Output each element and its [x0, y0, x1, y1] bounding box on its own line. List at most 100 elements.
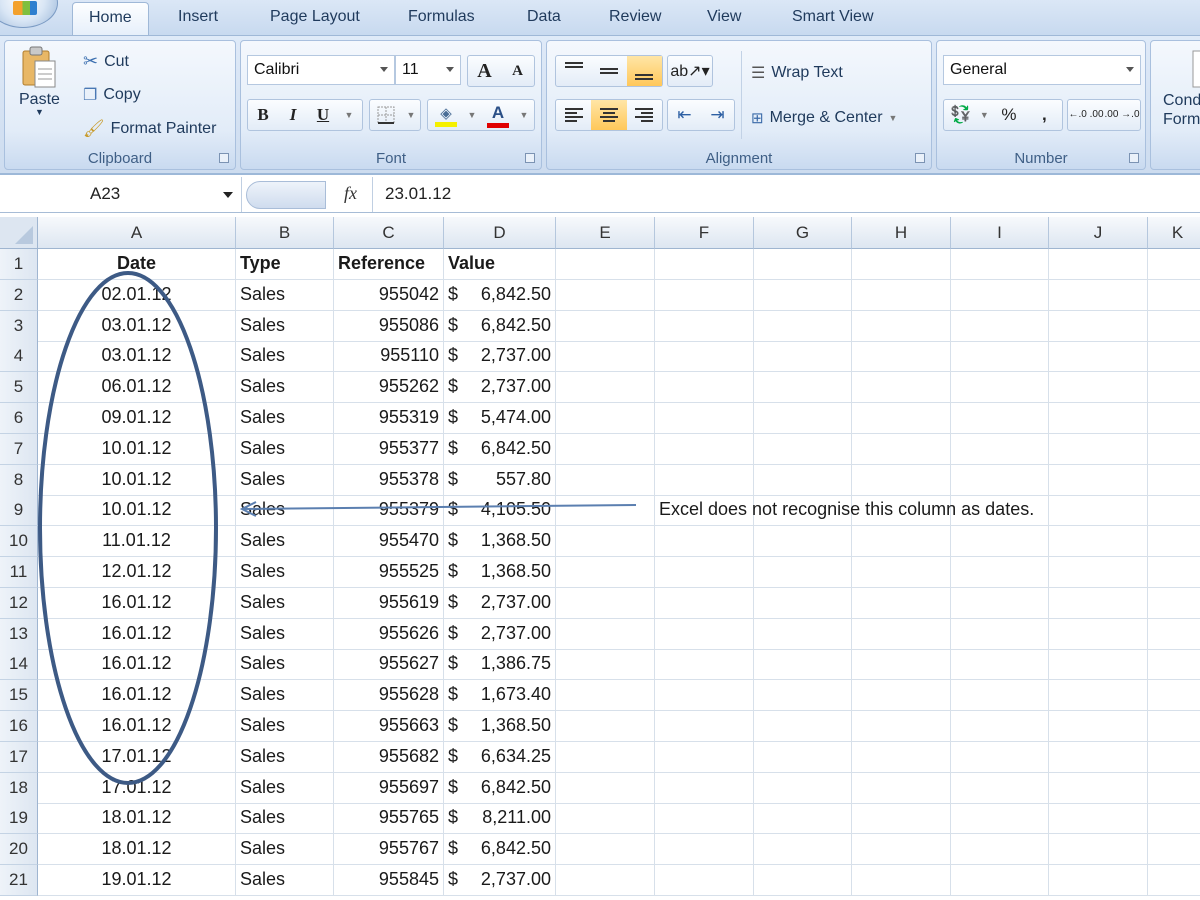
empty-cell[interactable]	[852, 249, 951, 280]
empty-cell[interactable]	[655, 680, 754, 712]
empty-cell[interactable]	[1148, 403, 1200, 434]
empty-cell[interactable]	[1148, 372, 1200, 404]
type-cell[interactable]: Sales	[236, 618, 334, 650]
row-header[interactable]: 12	[0, 587, 38, 619]
empty-cell[interactable]	[852, 649, 951, 681]
align-right-button[interactable]	[627, 100, 662, 130]
underline-button[interactable]: U	[308, 100, 338, 130]
empty-cell[interactable]	[1049, 618, 1148, 650]
empty-cell[interactable]	[1148, 773, 1200, 804]
date-cell[interactable]: 16.01.12	[38, 711, 236, 742]
reference-cell[interactable]: 955379	[334, 495, 444, 527]
value-cell[interactable]: $1,368.50	[444, 557, 556, 588]
empty-cell[interactable]	[655, 772, 754, 804]
name-box-dropdown-icon[interactable]	[223, 192, 233, 198]
row-header[interactable]: 11	[0, 557, 38, 588]
empty-cell[interactable]	[1049, 803, 1148, 835]
reference-cell[interactable]: 955845	[334, 865, 444, 896]
reference-cell[interactable]: 955619	[334, 587, 444, 619]
row-header[interactable]: 9	[0, 495, 38, 527]
type-cell[interactable]: Sales	[236, 526, 334, 558]
empty-cell[interactable]	[1049, 403, 1148, 434]
wrap-text-button[interactable]: ☰ Wrap Text	[751, 63, 843, 83]
empty-cell[interactable]	[754, 834, 852, 866]
empty-cell[interactable]	[852, 310, 951, 342]
value-cell[interactable]: $557.80	[444, 464, 556, 496]
decrease-indent-icon[interactable]: ⇤	[668, 100, 701, 130]
underline-dropdown-icon[interactable]: ▼	[338, 100, 360, 130]
fill-color-dropdown-icon[interactable]: ▼	[464, 100, 480, 130]
empty-cell[interactable]	[1049, 464, 1148, 496]
empty-cell[interactable]	[852, 279, 951, 311]
date-cell[interactable]: 11.01.12	[38, 526, 236, 558]
tab-review[interactable]: Review	[609, 8, 661, 26]
empty-cell[interactable]	[1148, 311, 1200, 342]
empty-cell[interactable]	[852, 403, 951, 434]
tab-smart-view[interactable]: Smart View	[792, 8, 874, 26]
empty-cell[interactable]	[951, 249, 1049, 280]
value-cell[interactable]: $2,737.00	[444, 618, 556, 650]
empty-cell[interactable]	[951, 711, 1049, 742]
empty-cell[interactable]	[951, 741, 1049, 773]
tab-formulas[interactable]: Formulas	[408, 8, 475, 26]
empty-cell[interactable]	[556, 680, 655, 712]
empty-cell[interactable]	[852, 834, 951, 866]
type-cell[interactable]: Sales	[236, 587, 334, 619]
tab-data[interactable]: Data	[527, 8, 561, 26]
empty-cell[interactable]	[556, 341, 655, 373]
empty-cell[interactable]	[951, 310, 1049, 342]
column-header-i[interactable]: I	[951, 217, 1049, 249]
empty-cell[interactable]	[556, 433, 655, 465]
empty-cell[interactable]	[852, 680, 951, 712]
empty-cell[interactable]	[556, 618, 655, 650]
empty-cell[interactable]	[1148, 495, 1200, 527]
empty-cell[interactable]	[754, 372, 852, 404]
value-cell[interactable]: $8,211.00	[444, 803, 556, 835]
empty-cell[interactable]	[655, 464, 754, 496]
row-header[interactable]: 14	[0, 649, 38, 681]
row-header[interactable]: 15	[0, 680, 38, 712]
empty-cell[interactable]	[754, 249, 852, 280]
empty-cell[interactable]	[556, 310, 655, 342]
date-cell[interactable]: 19.01.12	[38, 865, 236, 896]
reference-cell[interactable]: 955086	[334, 310, 444, 342]
percent-button[interactable]: %	[991, 100, 1026, 130]
empty-cell[interactable]	[1148, 803, 1200, 835]
empty-cell[interactable]	[655, 249, 754, 280]
reference-cell[interactable]: 955042	[334, 279, 444, 311]
orientation-button[interactable]: ab↗▾	[667, 55, 713, 87]
empty-cell[interactable]	[1049, 772, 1148, 804]
empty-cell[interactable]	[951, 618, 1049, 650]
date-cell[interactable]: 16.01.12	[38, 587, 236, 619]
empty-cell[interactable]	[951, 341, 1049, 373]
empty-cell[interactable]	[754, 557, 852, 588]
empty-cell[interactable]	[556, 372, 655, 404]
borders-button[interactable]: ▼	[369, 99, 421, 131]
row-header[interactable]: 10	[0, 526, 38, 558]
empty-cell[interactable]	[556, 649, 655, 681]
row-header[interactable]: 20	[0, 834, 38, 866]
type-cell[interactable]: Sales	[236, 464, 334, 496]
empty-cell[interactable]	[754, 310, 852, 342]
empty-cell[interactable]	[655, 649, 754, 681]
header-cell-value[interactable]: Value	[444, 249, 556, 280]
paste-dropdown-icon[interactable]: ▼	[35, 107, 44, 117]
reference-cell[interactable]: 955626	[334, 618, 444, 650]
empty-cell[interactable]	[655, 372, 754, 404]
empty-cell[interactable]	[1148, 742, 1200, 773]
accounting-format-icon[interactable]: 💱	[944, 100, 977, 130]
empty-cell[interactable]	[655, 711, 754, 742]
empty-cell[interactable]	[1049, 341, 1148, 373]
column-header-b[interactable]: B	[236, 217, 334, 249]
align-bottom-button[interactable]	[626, 56, 662, 86]
row-header[interactable]: 4	[0, 341, 38, 373]
empty-cell[interactable]	[852, 587, 951, 619]
reference-cell[interactable]: 955378	[334, 464, 444, 496]
empty-cell[interactable]	[655, 587, 754, 619]
empty-cell[interactable]	[754, 279, 852, 311]
tab-page-layout[interactable]: Page Layout	[270, 8, 360, 26]
empty-cell[interactable]	[754, 803, 852, 835]
column-header-g[interactable]: G	[754, 217, 852, 249]
empty-cell[interactable]	[852, 557, 951, 588]
tab-insert[interactable]: Insert	[178, 8, 218, 26]
